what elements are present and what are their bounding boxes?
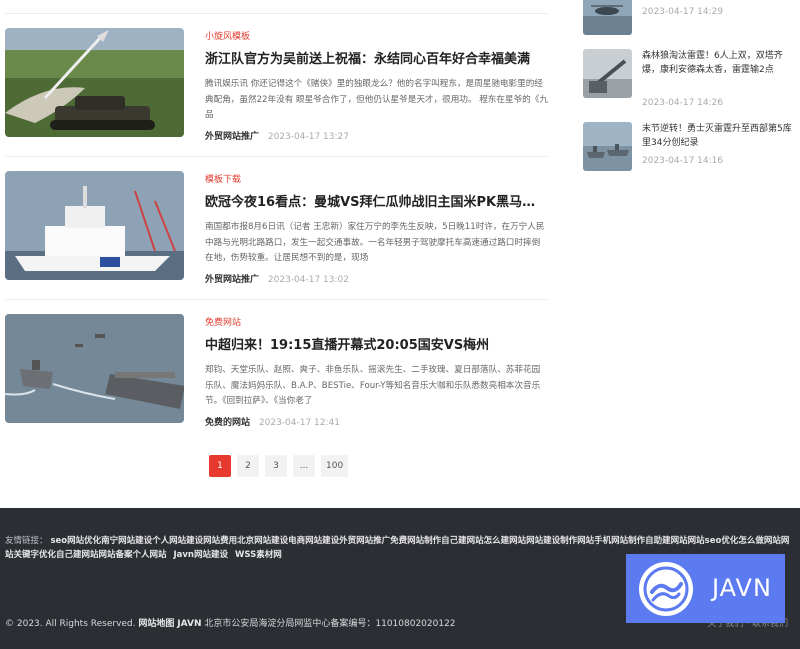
warships-image[interactable] [583,122,632,171]
page-button-last[interactable]: 100 [321,455,349,477]
page-button-2[interactable]: 2 [237,455,259,477]
pagination: 1 2 3 ... 100 [209,455,349,477]
page-button-3[interactable]: 3 [265,455,287,477]
article-category[interactable]: 免费网站 [205,315,241,328]
article-meta: 外贸网站推广 2023-04-17 13:02 [205,272,349,285]
sidebar-item-date: 2023-04-17 14:16 [642,156,724,166]
article-item[interactable]: 免费网站 中超归来！19:15直播开幕式20:05国安VS梅州 郑钧、天堂乐队、… [5,300,548,443]
sidebar-item[interactable]: 末节逆转！勇士灭雷霆升至西部第5库里34分创纪录 2023-04-17 14:1… [583,122,800,182]
article-title[interactable]: 中超归来！19:15直播开幕式20:05国安VS梅州 [205,334,548,353]
article-category[interactable]: 小旋风模板 [205,29,250,42]
page: 小旋风模板 浙江队官方为吴前送上祝福：永结同心百年好合幸福美满 腾讯娱乐讯 你还… [0,0,800,649]
javn-logo-icon [639,562,693,616]
article-author[interactable]: 免费的网站 [205,418,250,428]
article-excerpt: 腾讯娱乐讯 你还记得这个《赌侠》里的独眼龙么？他的名字叫程东，是周星驰电影里的经… [205,79,548,120]
article-date: 2023-04-17 12:41 [258,418,340,428]
article-date: 2023-04-17 13:02 [267,275,349,285]
article-category[interactable]: 模板下载 [205,172,241,185]
article-title[interactable]: 欧冠今夜16看点：曼城VS拜仁瓜帅战旧主国米PK黑马锋霸... [205,191,548,210]
friend-link[interactable]: Javn网站建设 [173,550,228,560]
copyright-line: © 2023. All Rights Reserved. 网站地图 JAVN 北… [5,616,456,629]
sidebar-item-title[interactable]: 森林狼淘汰雷霆！6人上双，双塔齐爆，康利安德森太香，雷霆输2点 [642,49,792,91]
page-button-1[interactable]: 1 [209,455,231,477]
coast-guard-ship-image[interactable] [5,171,184,280]
article-item[interactable]: 小旋风模板 浙江队官方为吴前送上祝福：永结同心百年好合幸福美满 腾讯娱乐讯 你还… [5,14,548,157]
sidebar-item-date: 2023-04-17 14:29 [642,7,724,17]
article-meta: 外贸网站推广 2023-04-17 13:27 [205,129,349,142]
article-excerpt: 郑钧、天堂乐队、赵照、爽子、非鱼乐队、摇滚先生、二手玫瑰、夏日部落队、苏菲花园乐… [205,365,541,406]
brand-badge[interactable]: JAVN [626,554,785,623]
icp-record[interactable]: 北京市公安局海淀分局网监中心备案编号：11010802020122 [204,619,455,629]
article-item[interactable]: 模板下载 欧冠今夜16看点：曼城VS拜仁瓜帅战旧主国米PK黑马锋霸... 南国都… [5,157,548,300]
tank-missile-image[interactable] [5,28,184,137]
friend-link[interactable]: WSS素材网 [235,550,282,560]
helicopter-image[interactable] [583,0,632,35]
sidebar-item-date: 2023-04-17 14:26 [642,98,724,108]
article-meta: 免费的网站 2023-04-17 12:41 [205,415,340,428]
page-ellipsis[interactable]: ... [293,455,315,477]
article-date: 2023-04-17 13:27 [267,132,349,142]
sidebar-item[interactable]: 森林狼淘汰雷霆！6人上双，双塔齐爆，康利安德森太香，雷霆输2点 2023-04-… [583,49,800,109]
sitemap-link[interactable]: 网站地图 [138,619,174,629]
copyright-text: © 2023. All Rights Reserved. [5,619,136,629]
cannon-image[interactable] [583,49,632,98]
badge-name: JAVN [712,574,772,602]
article-excerpt: 南国都市报8月6日讯（记者 王忠新）家住万宁的李先生反映，5日晚11时许，在万宁… [205,222,545,263]
sidebar-item[interactable]: 2023-04-17 14:29 [583,0,800,46]
article-author[interactable]: 外贸网站推广 [205,275,259,285]
aircraft-carrier-fleet-image[interactable] [5,314,184,423]
article-title[interactable]: 浙江队官方为吴前送上祝福：永结同心百年好合幸福美满 [205,48,548,67]
friend-links-label: 友情链接： [5,536,48,546]
footer-brand-link[interactable]: JAVN [177,619,201,629]
article-author[interactable]: 外贸网站推广 [205,132,259,142]
